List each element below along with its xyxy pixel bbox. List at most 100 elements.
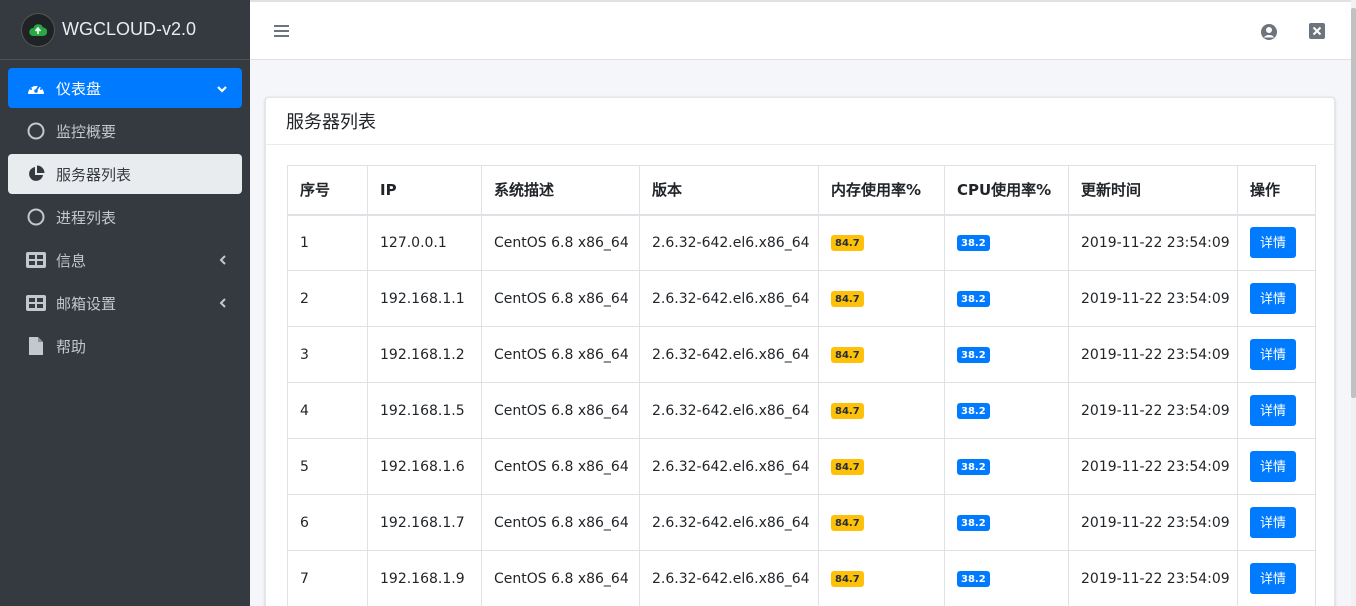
detail-button[interactable]: 详情 (1250, 451, 1297, 482)
cell-time: 2019-11-22 23:54:09 (1068, 550, 1238, 606)
brand-title: WGCLOUD-v2.0 (62, 19, 197, 39)
cell-ip: 192.168.1.2 (367, 326, 482, 383)
sidebar-item-info[interactable]: 信息 (8, 240, 242, 280)
col-header-version: 版本 (639, 165, 819, 216)
detail-button[interactable]: 详情 (1250, 395, 1297, 426)
cell-version: 2.6.32-642.el6.x86_64 (639, 270, 819, 327)
close-icon[interactable] (1309, 23, 1325, 43)
scrollbar-thumb[interactable] (1351, 8, 1356, 398)
cell-time: 2019-11-22 23:54:09 (1068, 494, 1238, 551)
cell-action: 详情 (1237, 326, 1316, 383)
cell-mem: 84.7 (818, 214, 945, 271)
col-header-time: 更新时间 (1068, 165, 1238, 216)
cell-mem: 84.7 (818, 494, 945, 551)
cell-mem: 84.7 (818, 270, 945, 327)
cell-ip: 192.168.1.9 (367, 550, 482, 606)
table-row: 7 192.168.1.9 CentOS 6.8 x86_64 2.6.32-6… (287, 550, 1316, 606)
cell-os: CentOS 6.8 x86_64 (481, 382, 640, 439)
dashboard-icon (26, 78, 46, 98)
cell-mem: 84.7 (818, 550, 945, 606)
cell-version: 2.6.32-642.el6.x86_64 (639, 494, 819, 551)
cell-version: 2.6.32-642.el6.x86_64 (639, 214, 819, 271)
table-row: 3 192.168.1.2 CentOS 6.8 x86_64 2.6.32-6… (287, 326, 1316, 383)
cell-no: 5 (287, 438, 368, 495)
sidebar-item-label: 仪表盘 (56, 79, 102, 98)
detail-button[interactable]: 详情 (1250, 339, 1297, 370)
sidebar-item-monitor-overview[interactable]: 监控概要 (8, 111, 242, 151)
cell-ip: 192.168.1.5 (367, 382, 482, 439)
cell-version: 2.6.32-642.el6.x86_64 (639, 382, 819, 439)
table-row: 1 127.0.0.1 CentOS 6.8 x86_64 2.6.32-642… (287, 214, 1316, 271)
cell-cpu: 38.2 (944, 214, 1069, 271)
table-icon (26, 293, 46, 313)
chevron-left-icon (218, 252, 228, 270)
mem-badge: 84.7 (831, 571, 864, 587)
chevron-down-icon (216, 80, 228, 98)
server-list-card: 服务器列表 序号 IP 系统描述 版本 内存使用率% CPU使用率% 更新时间 (265, 97, 1335, 606)
cell-mem: 84.7 (818, 382, 945, 439)
cell-action: 详情 (1237, 382, 1316, 439)
cpu-badge: 38.2 (957, 515, 990, 531)
cell-time: 2019-11-22 23:54:09 (1068, 438, 1238, 495)
cell-no: 7 (287, 550, 368, 606)
cell-action: 详情 (1237, 214, 1316, 271)
detail-button[interactable]: 详情 (1250, 283, 1297, 314)
cell-no: 1 (287, 214, 368, 271)
server-table: 序号 IP 系统描述 版本 内存使用率% CPU使用率% 更新时间 操作 1 1… (287, 165, 1316, 606)
card-title: 服务器列表 (266, 98, 1334, 145)
cell-mem: 84.7 (818, 326, 945, 383)
cell-time: 2019-11-22 23:54:09 (1068, 326, 1238, 383)
mem-badge: 84.7 (831, 459, 864, 475)
cell-version: 2.6.32-642.el6.x86_64 (639, 438, 819, 495)
file-icon (26, 336, 46, 356)
cell-cpu: 38.2 (944, 382, 1069, 439)
cpu-badge: 38.2 (957, 571, 990, 587)
detail-button[interactable]: 详情 (1250, 227, 1297, 259)
sidebar-nav: 仪表盘 监控概要 服务器列表 进程列表 信息 邮箱设置 帮助 (0, 60, 250, 366)
col-header-os: 系统描述 (481, 165, 640, 216)
cpu-badge: 38.2 (957, 403, 990, 419)
cell-action: 详情 (1237, 270, 1316, 327)
col-header-cpu: CPU使用率% (944, 165, 1069, 216)
page-scrollbar[interactable] (1351, 0, 1356, 606)
table-row: 5 192.168.1.6 CentOS 6.8 x86_64 2.6.32-6… (287, 438, 1316, 495)
sidebar-item-server-list[interactable]: 服务器列表 (8, 154, 242, 194)
detail-button[interactable]: 详情 (1250, 563, 1297, 594)
cell-no: 4 (287, 382, 368, 439)
detail-button[interactable]: 详情 (1250, 507, 1297, 538)
table-row: 6 192.168.1.7 CentOS 6.8 x86_64 2.6.32-6… (287, 494, 1316, 551)
cell-no: 2 (287, 270, 368, 327)
circle-icon (26, 207, 46, 227)
sidebar-item-mail-settings[interactable]: 邮箱设置 (8, 283, 242, 323)
cpu-badge: 38.2 (957, 347, 990, 363)
app-root: WGCLOUD-v2.0 仪表盘 监控概要 服务器列表 进程列表 信息 邮箱设置… (0, 0, 1356, 606)
cell-ip: 192.168.1.1 (367, 270, 482, 327)
brand[interactable]: WGCLOUD-v2.0 (0, 0, 250, 60)
cell-action: 详情 (1237, 438, 1316, 495)
col-header-ip: IP (367, 165, 482, 216)
table-icon (26, 250, 46, 270)
sidebar-item-help[interactable]: 帮助 (8, 326, 242, 366)
cell-time: 2019-11-22 23:54:09 (1068, 382, 1238, 439)
mem-badge: 84.7 (831, 347, 864, 363)
sidebar-item-label: 进程列表 (56, 208, 117, 227)
cell-version: 2.6.32-642.el6.x86_64 (639, 326, 819, 383)
user-icon[interactable] (1260, 23, 1278, 45)
cloud-logo-icon (22, 13, 54, 46)
sidebar-item-label: 邮箱设置 (56, 294, 117, 313)
sidebar-item-process-list[interactable]: 进程列表 (8, 197, 242, 237)
table-header-row: 序号 IP 系统描述 版本 内存使用率% CPU使用率% 更新时间 操作 (287, 165, 1316, 216)
cell-ip: 192.168.1.6 (367, 438, 482, 495)
sidebar-item-dashboard[interactable]: 仪表盘 (8, 68, 242, 108)
cell-cpu: 38.2 (944, 326, 1069, 383)
mem-badge: 84.7 (831, 515, 864, 531)
sidebar-item-label: 信息 (56, 251, 87, 270)
mem-badge: 84.7 (831, 235, 864, 252)
sidebar-item-label: 帮助 (56, 337, 87, 356)
cell-os: CentOS 6.8 x86_64 (481, 270, 640, 327)
sidebar-item-label: 监控概要 (56, 122, 117, 141)
cell-action: 详情 (1237, 550, 1316, 606)
menu-toggle-icon[interactable] (274, 24, 290, 42)
table-row: 4 192.168.1.5 CentOS 6.8 x86_64 2.6.32-6… (287, 382, 1316, 439)
mem-badge: 84.7 (831, 291, 864, 307)
